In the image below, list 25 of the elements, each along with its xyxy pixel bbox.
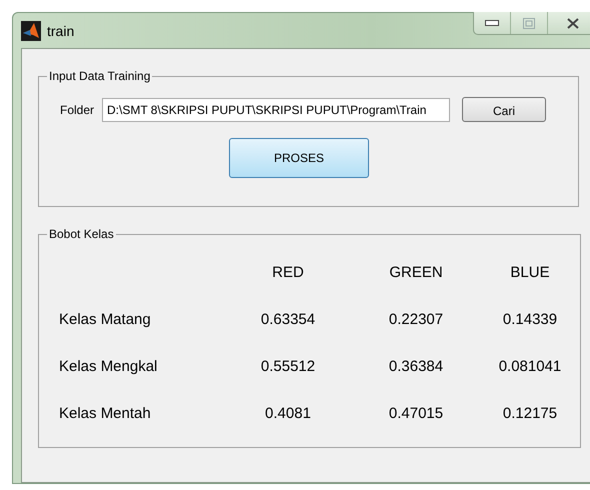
table-cell: 0.55512 xyxy=(260,358,316,375)
row-label: Kelas Matang xyxy=(59,311,152,328)
app-logo-icon xyxy=(21,20,41,40)
table-cell: 0.36384 xyxy=(388,358,444,375)
close-icon[interactable] xyxy=(567,18,579,28)
row-label: Kelas Mengkal xyxy=(59,358,158,375)
column-header: RED xyxy=(272,264,304,281)
folder-field[interactable]: D:\SMT 8\SKRIPSI PUPUT\SKRIPSI PUPUT\Program\Train xyxy=(102,98,450,122)
table-cell: 0.47015 xyxy=(388,405,444,422)
process-button[interactable]: PROSES xyxy=(229,138,369,178)
panel-title: Bobot Kelas xyxy=(48,227,115,241)
table-cell: 0.12175 xyxy=(502,405,558,422)
table-cell: 0.4081 xyxy=(265,405,311,422)
browse-button[interactable]: Cari xyxy=(462,97,546,122)
column-header: GREEN xyxy=(389,264,443,281)
row-label: Kelas Mentah xyxy=(59,405,152,422)
table-cell: 0.081041 xyxy=(498,358,562,375)
minimize-icon[interactable] xyxy=(485,20,499,26)
window-title: train xyxy=(47,22,74,38)
table-cell: 0.22307 xyxy=(388,311,444,328)
table-cell: 0.63354 xyxy=(260,311,316,328)
folder-label: Folder xyxy=(60,102,94,116)
panel-title: Input Data Training xyxy=(48,69,152,83)
table-cell: 0.14339 xyxy=(502,311,558,328)
column-header: BLUE xyxy=(510,264,550,281)
